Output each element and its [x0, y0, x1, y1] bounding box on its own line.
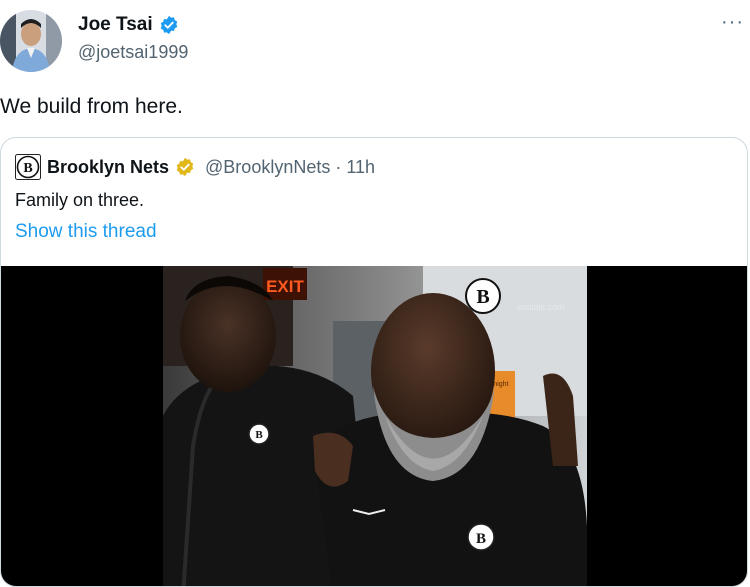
svg-text:B: B — [476, 531, 486, 547]
author-name[interactable]: Joe Tsai — [78, 14, 153, 36]
quoted-tweet-card[interactable]: B Brooklyn Nets @BrooklynNets · 11h Fami… — [0, 137, 748, 587]
more-options-icon[interactable]: ··· — [721, 12, 744, 32]
avatar-photo — [0, 10, 62, 72]
gold-verified-badge-icon — [176, 157, 194, 177]
show-thread-link[interactable]: Show this thread — [15, 221, 157, 243]
author-avatar[interactable] — [0, 10, 62, 72]
quoted-tweet-text: Family on three. — [15, 190, 145, 210]
video-still: tonight EXIT socials.com B B B — [163, 266, 587, 586]
tweet-text: We build from here. — [0, 95, 183, 118]
svg-text:B: B — [23, 161, 32, 176]
quoted-header: B Brooklyn Nets @BrooklynNets · 11h — [15, 154, 375, 180]
svg-text:B: B — [255, 429, 263, 441]
svg-text:EXIT: EXIT — [266, 277, 304, 296]
svg-text:B: B — [476, 286, 489, 308]
quoted-handle-time[interactable]: @BrooklynNets · 11h — [205, 157, 375, 178]
quoted-author-name[interactable]: Brooklyn Nets — [47, 157, 169, 178]
author-handle[interactable]: @joetsai1999 — [78, 42, 188, 63]
svg-text:socials.com: socials.com — [517, 302, 564, 312]
verified-badge-icon — [160, 15, 177, 35]
nets-logo-icon: B — [15, 154, 41, 180]
author-block: Joe Tsai @joetsai1999 — [78, 14, 188, 63]
video-frame[interactable]: tonight EXIT socials.com B B B — [163, 266, 587, 586]
video-player[interactable]: tonight EXIT socials.com B B B — [1, 266, 747, 586]
